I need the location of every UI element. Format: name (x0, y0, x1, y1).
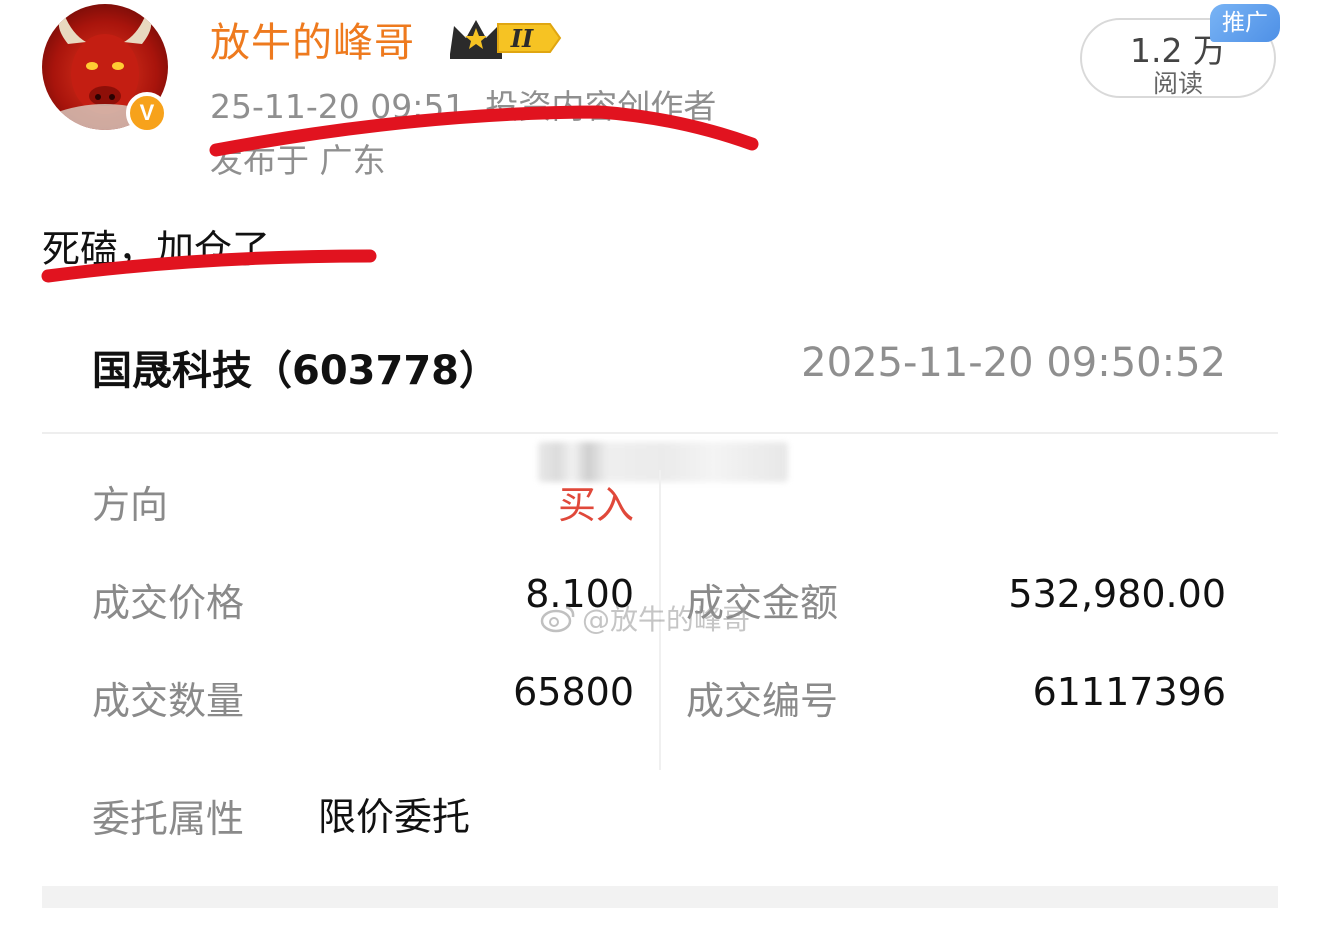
weibo-logo-icon (540, 605, 575, 633)
read-label: 阅读 (1152, 69, 1203, 98)
quantity-label: 成交数量 (92, 679, 245, 723)
post-location: 发布于 广东 (210, 141, 386, 180)
trade-time: 2025-11-20 09:50:52 (801, 340, 1226, 386)
card-divider (42, 432, 1278, 434)
direction-value: 买入 (557, 483, 634, 527)
watermark-text: @放牛的峰哥 (582, 603, 751, 636)
order-no-label: 成交编号 (686, 679, 839, 723)
price-label: 成交价格 (92, 581, 245, 625)
order-type-value: 限价委托 (318, 795, 471, 839)
quantity-value: 65800 (513, 670, 634, 714)
order-type-label: 委托属性 (92, 797, 245, 841)
post-text: 死磕，加仓了 (42, 227, 271, 271)
direction-label: 方向 (92, 483, 169, 527)
username[interactable]: 放牛的峰哥 (210, 10, 415, 68)
verified-badge-icon: V (126, 92, 168, 134)
crown-level-icon[interactable]: II (446, 14, 564, 62)
footer-strip (42, 886, 1278, 908)
promo-tag[interactable]: 推广 (1210, 4, 1280, 42)
stock-name[interactable]: 国晟科技（603778） (92, 338, 499, 396)
amount-value: 532,980.00 (1008, 572, 1226, 616)
level-badge-text: II (510, 24, 534, 53)
author-tag: 投资内容创作者 (485, 87, 717, 126)
post-timestamp: 25-11-20 09:51 (210, 87, 466, 126)
watermark: @放牛的峰哥 (540, 598, 750, 638)
order-no-value: 61117396 (1032, 670, 1226, 714)
post-meta: 25-11-20 09:51 投资内容创作者 (210, 80, 736, 128)
